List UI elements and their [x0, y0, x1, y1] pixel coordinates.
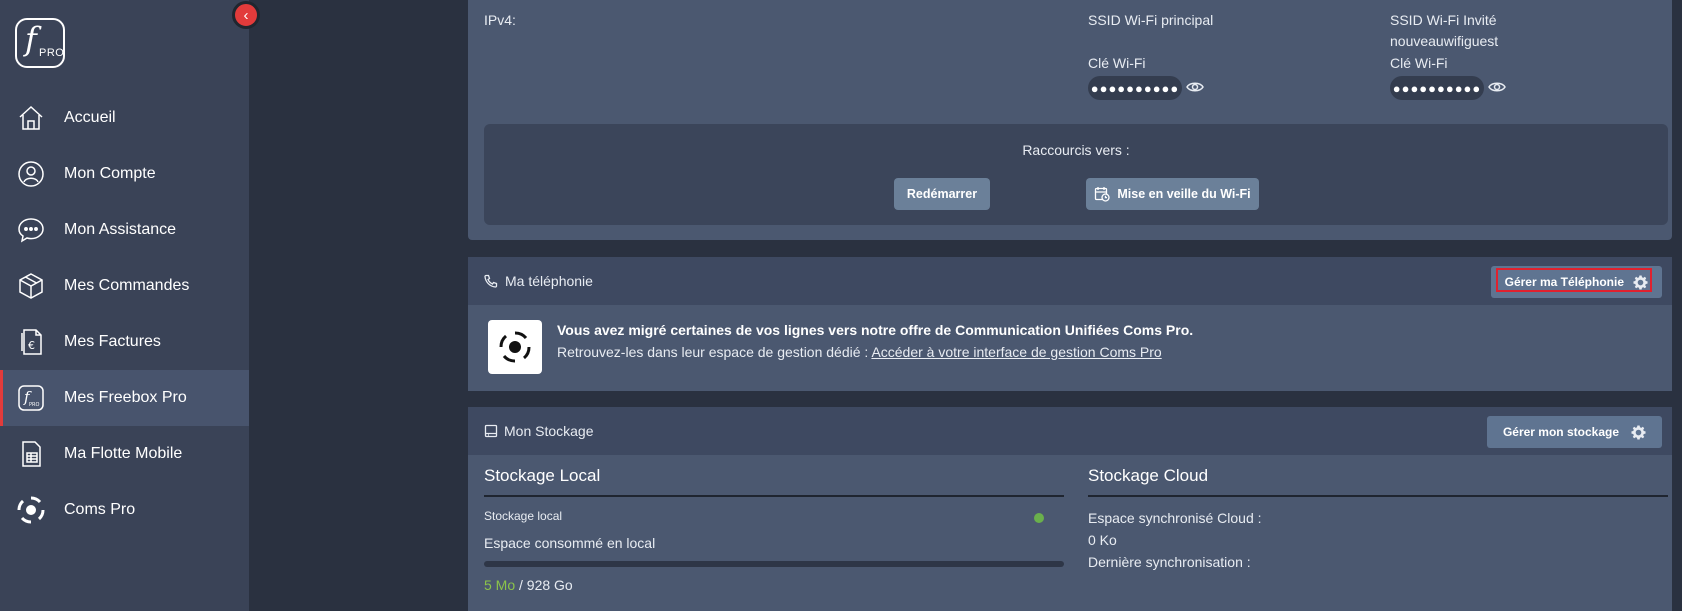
telephony-migration-hint: Retrouvez-les dans leur espace de gestio… — [557, 344, 1162, 360]
network-card: IPv4: SSID Wi-Fi principal Clé Wi-Fi ●●●… — [468, 0, 1672, 240]
sidebar-item-accueil[interactable]: Accueil — [0, 90, 249, 146]
restart-button-label: Redémarrer — [906, 187, 978, 201]
eye-icon[interactable] — [1488, 80, 1506, 94]
sidebar-item-label: Ma Flotte Mobile — [64, 445, 183, 462]
sidebar-item-ma-flotte-mobile[interactable]: Ma Flotte Mobile — [0, 426, 249, 482]
local-usage-text: 5 Mo / 928 Go — [484, 577, 573, 593]
sidebar-item-coms-pro[interactable]: Coms Pro — [0, 482, 249, 538]
local-storage-divider — [484, 495, 1064, 497]
storage-card: Mon Stockage Gérer mon stockage Stockage… — [468, 407, 1672, 611]
freebox-pro-logo[interactable]: f PRO — [15, 18, 65, 68]
phone-icon — [484, 274, 498, 288]
sidebar-item-label: Mon Compte — [64, 165, 156, 182]
sidebar-item-mon-assistance[interactable]: Mon Assistance — [0, 202, 249, 258]
wifi-key-main-value: ●●●●●●●●●● — [1088, 76, 1182, 100]
wifi-key-main-label: Clé Wi-Fi — [1088, 55, 1146, 71]
package-icon — [15, 270, 47, 302]
telephony-title: Ma téléphonie — [505, 273, 593, 289]
svg-text:€: € — [28, 339, 35, 352]
storage-body: Stockage Local Stockage local Espace con… — [468, 455, 1672, 611]
wifi-key-guest-label: Clé Wi-Fi — [1390, 55, 1448, 71]
coms-pro-logo — [488, 320, 542, 374]
sidebar-item-label: Mon Assistance — [64, 221, 177, 238]
telephony-card: Ma téléphonie Gérer ma Téléphonie Vous a… — [468, 257, 1672, 391]
gear-icon — [1631, 424, 1646, 440]
sidebar-nav: Accueil Mon Compte Mon Assistance Mes Co… — [0, 90, 249, 538]
svg-text:PRO: PRO — [29, 402, 39, 408]
status-dot — [1034, 513, 1044, 523]
restart-button[interactable]: Redémarrer — [894, 178, 990, 210]
coms-pro-icon — [499, 331, 531, 363]
wifi-key-guest-value: ●●●●●●●●●● — [1390, 76, 1484, 100]
invoice-euro-icon: € — [15, 326, 47, 358]
local-total-value: 928 Go — [526, 577, 573, 593]
coms-pro-interface-link[interactable]: Accéder à votre interface de gestion Com… — [871, 344, 1161, 360]
storage-drive-icon — [484, 424, 498, 438]
ssid-main-label: SSID Wi-Fi principal — [1088, 12, 1214, 28]
highlight-box — [1496, 268, 1652, 292]
cloud-storage-divider — [1088, 495, 1668, 497]
sidebar-item-mes-commandes[interactable]: Mes Commandes — [0, 258, 249, 314]
chevron-left-icon: ‹ — [243, 6, 249, 24]
sidebar-collapse-button[interactable]: ‹ — [232, 1, 260, 29]
cloud-last-sync-label: Dernière synchronisation : — [1088, 554, 1251, 570]
sidebar-item-label: Accueil — [64, 109, 116, 126]
manage-storage-button[interactable]: Gérer mon stockage — [1486, 416, 1662, 448]
sidebar-item-label: Mes Freebox Pro — [64, 389, 187, 406]
cloud-synced-label: Espace synchronisé Cloud : — [1088, 510, 1262, 526]
local-consumed-label: Espace consommé en local — [484, 535, 656, 551]
cloud-synced-value: 0 Ko — [1088, 532, 1117, 548]
sidebar-item-mes-factures[interactable]: € Mes Factures — [0, 314, 249, 370]
sidebar-item-label: Coms Pro — [64, 501, 136, 518]
ssid-guest-value: nouveauwifiguest — [1390, 33, 1499, 49]
telephony-migration-message: Vous avez migré certaines de vos lignes … — [557, 322, 1194, 338]
chat-bubble-icon — [15, 214, 47, 246]
storage-title: Mon Stockage — [504, 423, 594, 439]
local-storage-device-label: Stockage local — [484, 509, 563, 523]
sidebar-item-mes-freebox-pro[interactable]: f PRO Mes Freebox Pro — [0, 370, 249, 426]
sim-card-icon — [15, 438, 47, 470]
telephony-body: Vous avez migré certaines de vos lignes … — [468, 305, 1672, 391]
sidebar-item-mon-compte[interactable]: Mon Compte — [0, 146, 249, 202]
freebox-pro-icon: f PRO — [15, 382, 47, 414]
local-storage-heading: Stockage Local — [484, 466, 601, 485]
wifi-sleep-button[interactable]: Mise en veille du Wi-Fi — [1086, 178, 1259, 210]
coms-pro-icon — [15, 494, 47, 526]
wifi-sleep-button-label: Mise en veille du Wi-Fi — [1117, 187, 1251, 201]
telephony-hint-prefix: Retrouvez-les dans leur espace de gestio… — [557, 344, 869, 360]
shortcuts-panel: Raccourcis vers : Redémarrer Mise en vei… — [484, 124, 1668, 225]
logo-letter: f — [25, 20, 37, 58]
local-usage-bar — [484, 561, 1064, 567]
eye-icon[interactable] — [1186, 80, 1204, 94]
sidebar-item-label: Mes Commandes — [64, 277, 190, 294]
ipv4-label: IPv4: — [484, 12, 516, 28]
sidebar-item-label: Mes Factures — [64, 333, 161, 350]
ssid-guest-label: SSID Wi-Fi Invité — [1390, 12, 1497, 28]
manage-storage-label: Gérer mon stockage — [1502, 425, 1619, 439]
logo-sub: PRO — [39, 47, 65, 59]
sidebar: f PRO Accueil Mon Compte Mon Assistance — [0, 0, 249, 611]
shortcuts-title: Raccourcis vers : — [1022, 142, 1130, 158]
calendar-clock-icon — [1095, 187, 1111, 202]
local-used-value: 5 Mo — [484, 577, 516, 593]
local-usage-separator: / — [515, 577, 527, 593]
home-icon — [15, 102, 47, 134]
user-icon — [15, 158, 47, 190]
cloud-storage-heading: Stockage Cloud — [1088, 466, 1209, 485]
